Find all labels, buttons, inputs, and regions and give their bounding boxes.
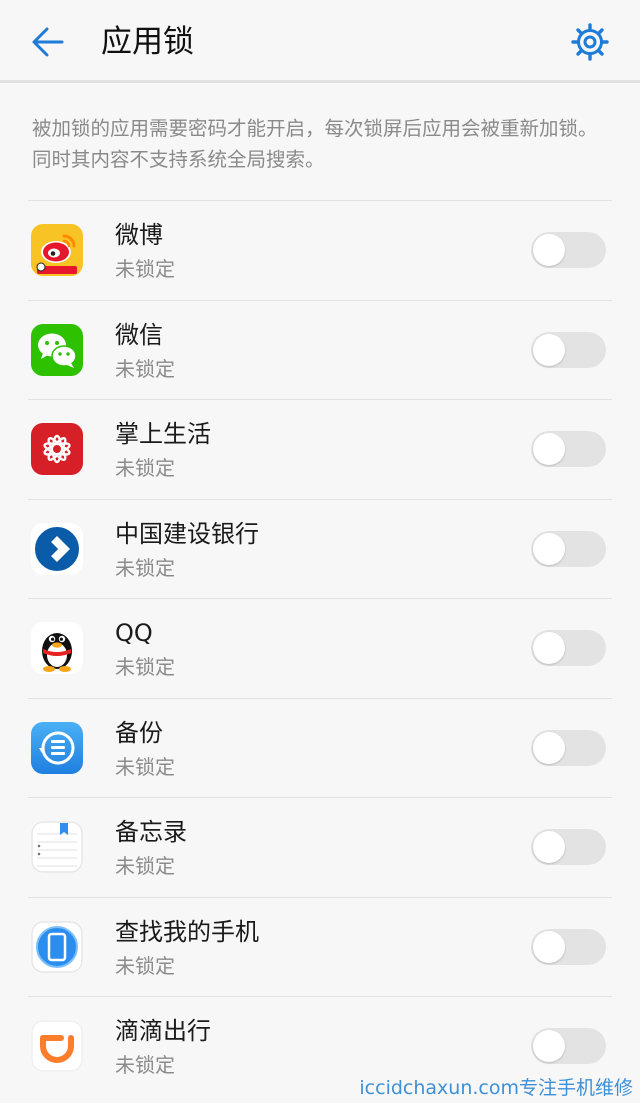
toggle-knob (533, 731, 565, 764)
app-name: 微信 (115, 320, 163, 349)
notepad-icon (31, 821, 83, 873)
qq-penguin-icon (31, 622, 83, 674)
settings-button[interactable] (568, 20, 612, 64)
ccb-icon (31, 522, 83, 575)
watermark-text: iccidchaxun.com专注手机维修 (359, 1077, 633, 1099)
app-row-find-phone: 查找我的手机 未锁定 (0, 896, 640, 997)
toggle-knob (533, 532, 565, 565)
zhangshang-shenghuo-icon (31, 423, 83, 475)
app-lock-status: 未锁定 (115, 854, 175, 878)
arrow-left-icon (32, 27, 64, 57)
lock-toggle-zhangshang-shenghuo[interactable] (531, 431, 606, 467)
app-lock-status: 未锁定 (115, 754, 175, 779)
row-divider (28, 399, 612, 400)
toggle-knob (533, 333, 565, 366)
app-name: QQ (115, 619, 153, 647)
app-row-notepad: 备忘录 未锁定 (0, 797, 640, 897)
page-title: 应用锁 (101, 24, 194, 60)
toggle-knob (533, 930, 565, 963)
app-lock-status: 未锁定 (115, 257, 175, 281)
app-name: 中国建设银行 (115, 519, 259, 548)
app-name: 滴滴出行 (115, 1017, 211, 1045)
app-lock-status: 未锁定 (115, 953, 175, 978)
app-lock-status: 未锁定 (115, 1053, 175, 1077)
row-divider (28, 598, 612, 599)
header-divider (0, 80, 640, 83)
toggle-knob (533, 433, 565, 465)
app-row-ccb: 中国建设银行 未锁定 (0, 498, 640, 599)
row-divider (28, 996, 612, 997)
app-row-qq: QQ 未锁定 (0, 598, 640, 698)
gear-icon (571, 23, 609, 61)
row-divider (28, 498, 612, 500)
toggle-knob (533, 831, 565, 863)
lock-toggle-notepad[interactable] (531, 829, 606, 865)
row-divider (28, 697, 612, 699)
row-divider (28, 896, 612, 898)
lock-toggle-backup[interactable] (531, 729, 606, 766)
app-name: 备忘录 (115, 818, 187, 846)
app-name: 备份 (115, 718, 163, 747)
app-lock-description: 被加锁的应用需要密码才能开启，每次锁屏后应用会被重新加锁。同时其内容不支持系统全… (32, 117, 598, 171)
app-name: 掌上生活 (115, 420, 211, 448)
app-lock-status: 未锁定 (115, 356, 175, 381)
backup-icon (31, 721, 83, 774)
app-name: 微博 (115, 221, 163, 249)
row-divider (28, 200, 612, 201)
weibo-icon (31, 224, 83, 276)
lock-toggle-wechat[interactable] (531, 331, 606, 368)
didi-icon (31, 1020, 83, 1072)
app-name: 查找我的手机 (115, 917, 259, 946)
app-row-backup: 备份 未锁定 (0, 697, 640, 798)
lock-toggle-ccb[interactable] (531, 530, 606, 567)
toggle-knob (533, 234, 565, 266)
app-row-weibo: 微博 未锁定 (0, 200, 640, 300)
lock-toggle-weibo[interactable] (531, 232, 606, 268)
app-lock-status: 未锁定 (115, 555, 175, 580)
app-list: 微博 未锁定 微信 未锁定 掌上生活 未锁定 中国建设银行 未锁定 QQ 未锁定… (0, 200, 640, 1096)
app-row-wechat: 微信 未锁定 (0, 299, 640, 400)
top-bar: 应用锁 (0, 0, 640, 80)
row-divider (28, 797, 612, 798)
row-divider (28, 299, 612, 301)
find-phone-icon (31, 920, 83, 973)
app-row-zhangshang-shenghuo: 掌上生活 未锁定 (0, 399, 640, 499)
lock-toggle-didi[interactable] (531, 1028, 606, 1064)
lock-toggle-find-phone[interactable] (531, 928, 606, 965)
toggle-knob (533, 632, 565, 664)
wechat-icon (31, 323, 83, 376)
back-button[interactable] (26, 20, 72, 64)
app-lock-status: 未锁定 (115, 456, 175, 480)
toggle-knob (533, 1030, 565, 1062)
lock-toggle-qq[interactable] (531, 630, 606, 666)
app-lock-status: 未锁定 (115, 655, 175, 679)
